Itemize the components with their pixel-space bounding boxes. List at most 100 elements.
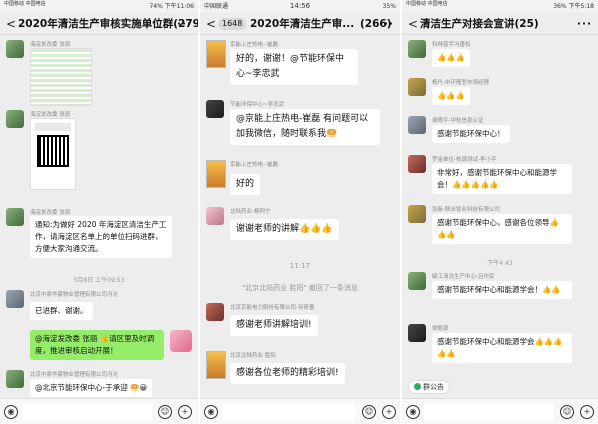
emoji-icon[interactable]: ☺ (560, 405, 574, 419)
avatar[interactable] (206, 40, 226, 68)
add-icon[interactable]: + (382, 405, 396, 419)
sender-name: 张新-联合智业科技有限公司 (432, 207, 500, 213)
sender-name: 疑工清洁生产中心-吕作民 (432, 274, 495, 280)
avatar[interactable] (206, 303, 224, 321)
add-icon[interactable]: + (178, 405, 192, 419)
avatar[interactable] (206, 351, 226, 379)
timestamp: 下午4:43 (487, 260, 513, 267)
avatar[interactable] (6, 208, 24, 226)
message-bubble[interactable]: 通知:为做好 2020 年海淀区清洁生产工作，请海淀区名单上的单位扫码进群，方便… (30, 216, 172, 258)
message-bubble[interactable]: @京能上庄热电-崔磊 有问题可以加我微信，随时联系我🥯 (230, 109, 380, 145)
battery-time-label: 74% 下午11:06 (149, 3, 194, 10)
avatar[interactable] (408, 40, 426, 58)
message-bubble[interactable]: 感谢老师讲解培训! (230, 315, 318, 336)
avatar[interactable] (170, 330, 192, 352)
add-icon[interactable]: + (580, 405, 594, 419)
avatar[interactable] (408, 155, 426, 173)
avatar[interactable] (6, 40, 24, 58)
qr-code-image[interactable] (30, 118, 76, 190)
message-bubble[interactable]: 感谢节能环保中心和能源学会！👍👍 (432, 281, 572, 299)
message-bubble[interactable]: 👍👍👍 (432, 87, 471, 105)
sender-name: 科林蓝宇冯善松 (432, 42, 471, 48)
avatar[interactable] (206, 160, 226, 188)
message-bubble[interactable]: 好的，谢谢！@节能环保中心~李忠武 (230, 49, 358, 85)
battery-label: 35% (382, 3, 396, 10)
avatar[interactable] (206, 100, 224, 118)
sender-name: 北京中原华宸物业管理有限公司冯光 (30, 292, 119, 298)
message-bubble[interactable]: 好的 (230, 174, 261, 195)
message-bubble[interactable]: 👍👍👍 (432, 49, 471, 67)
status-bar: 中国移动 中国电信 36% 下午5:18 (402, 0, 598, 13)
chat-header: < 1648 2020年清洁生产审... (266) ··· (200, 13, 400, 35)
voice-icon[interactable]: ◉ (204, 405, 218, 419)
message-input[interactable] (22, 403, 152, 421)
recall-notice: "北京北陆药业 胜阳" 撤回了一条消息 (242, 284, 358, 292)
carrier-label: 中国移动 中国电信 (4, 1, 46, 7)
sender-name: 北京京能电力股份有限公司-何奇善 (230, 305, 315, 311)
message-input[interactable] (222, 403, 356, 421)
input-bar: ◉ ☺ + (200, 398, 400, 424)
message-bubble[interactable]: 谢谢老师的讲解👍👍👍 (230, 219, 339, 240)
chat-title: 清洁生产对接会宣讲(25) (420, 18, 539, 30)
chat-header: < 清洁生产对接会宣讲(25) ··· (402, 13, 598, 35)
message-bubble[interactable]: @海淀发改委 张丽 👍请区里及时调度，推进审核启动开展！ (30, 330, 164, 360)
chat-header: < 2020年清洁生产审核实施单位群(279) ··· (0, 13, 198, 35)
status-bar: 中国移动 中国电信 74% 下午11:06 (0, 0, 198, 13)
sender-name: 海淀发改委 张丽 (30, 210, 71, 216)
avatar[interactable] (408, 324, 426, 342)
sender-name: 罗金单位-核源测试-李小平 (432, 157, 497, 163)
timestamp: 5月8日 上午09:53 (73, 277, 125, 284)
back-icon[interactable]: < (6, 13, 16, 35)
sender-name: 北京北陆药业 胜阳 (230, 353, 276, 359)
chat-screen-2: 中国联通 14:56 35% < 1648 2020年清洁生产审... (266… (200, 0, 400, 424)
sender-name: 京能上庄热电--崔磊 (230, 162, 278, 168)
timestamp: 11:17 (289, 262, 311, 270)
spreadsheet-image[interactable] (30, 48, 92, 106)
avatar[interactable] (408, 205, 426, 223)
back-icon[interactable]: < (206, 13, 216, 35)
unread-badge[interactable]: 1648 (218, 18, 247, 30)
sender-name: 海淀发改委 张丽 (30, 112, 71, 118)
avatar[interactable] (206, 207, 224, 225)
sender-name: 谢倚平-中检信息认证 (432, 118, 484, 124)
group-notice-label: 群公告 (423, 383, 444, 391)
avatar[interactable] (6, 370, 24, 388)
chat-title: 2020年清洁生产审... (250, 18, 355, 30)
input-bar: ◉ ☺ + (0, 398, 198, 424)
more-icon[interactable]: ··· (379, 13, 394, 35)
message-bubble[interactable]: 已进群、谢谢。 (30, 302, 93, 320)
more-icon[interactable]: ··· (177, 13, 192, 35)
avatar[interactable] (6, 290, 24, 308)
voice-icon[interactable]: ◉ (4, 405, 18, 419)
sender-name: 京能上庄热电--崔磊 (230, 42, 278, 48)
sender-name: 海淀发改委 张丽 (30, 42, 71, 48)
sender-name: 北陆药业-杨阿宁 (230, 209, 271, 215)
carrier-label: 中国移动 中国电信 (406, 1, 448, 7)
more-icon[interactable]: ··· (577, 13, 592, 35)
notice-icon (414, 383, 421, 390)
group-notice-chip[interactable]: 群公告 (408, 380, 450, 394)
emoji-icon[interactable]: ☺ (158, 405, 172, 419)
message-input[interactable] (424, 403, 554, 421)
sender-name: 常鲍源 (432, 326, 449, 332)
sender-name: 杨丹-中环隆悲市场经理 (432, 80, 489, 86)
message-bubble[interactable]: 感谢节能环保中心！ (432, 125, 510, 143)
sender-name: 节能环保中心~李忠武 (230, 102, 285, 108)
voice-icon[interactable]: ◉ (406, 405, 420, 419)
message-bubble[interactable]: 感谢节能环保中心，感谢各位领导👍👍👍 (432, 214, 572, 244)
message-bubble[interactable]: 感谢各位老师的精彩培训! (230, 363, 345, 384)
avatar[interactable] (6, 110, 24, 128)
message-bubble[interactable]: @北京节能环保中心-于承迎 🥯😀 (30, 379, 153, 397)
status-bar: 中国联通 14:56 35% (200, 0, 400, 13)
input-bar: ◉ ☺ + (402, 398, 598, 424)
chat-screen-3: 中国移动 中国电信 36% 下午5:18 < 清洁生产对接会宣讲(25) ···… (402, 0, 598, 424)
avatar[interactable] (408, 78, 426, 96)
clock-label: 14:56 (289, 2, 311, 10)
message-bubble[interactable]: 非常好，感谢节能环保中心和能源学会！👍👍👍👍👍 (432, 164, 572, 194)
emoji-icon[interactable]: ☺ (362, 405, 376, 419)
avatar[interactable] (408, 272, 426, 290)
back-icon[interactable]: < (408, 13, 418, 35)
battery-time-label: 36% 下午5:18 (553, 3, 594, 10)
message-bubble[interactable]: 感谢节能环保中心和能源学会👍👍👍👍👍 (432, 333, 572, 363)
avatar[interactable] (408, 116, 426, 134)
